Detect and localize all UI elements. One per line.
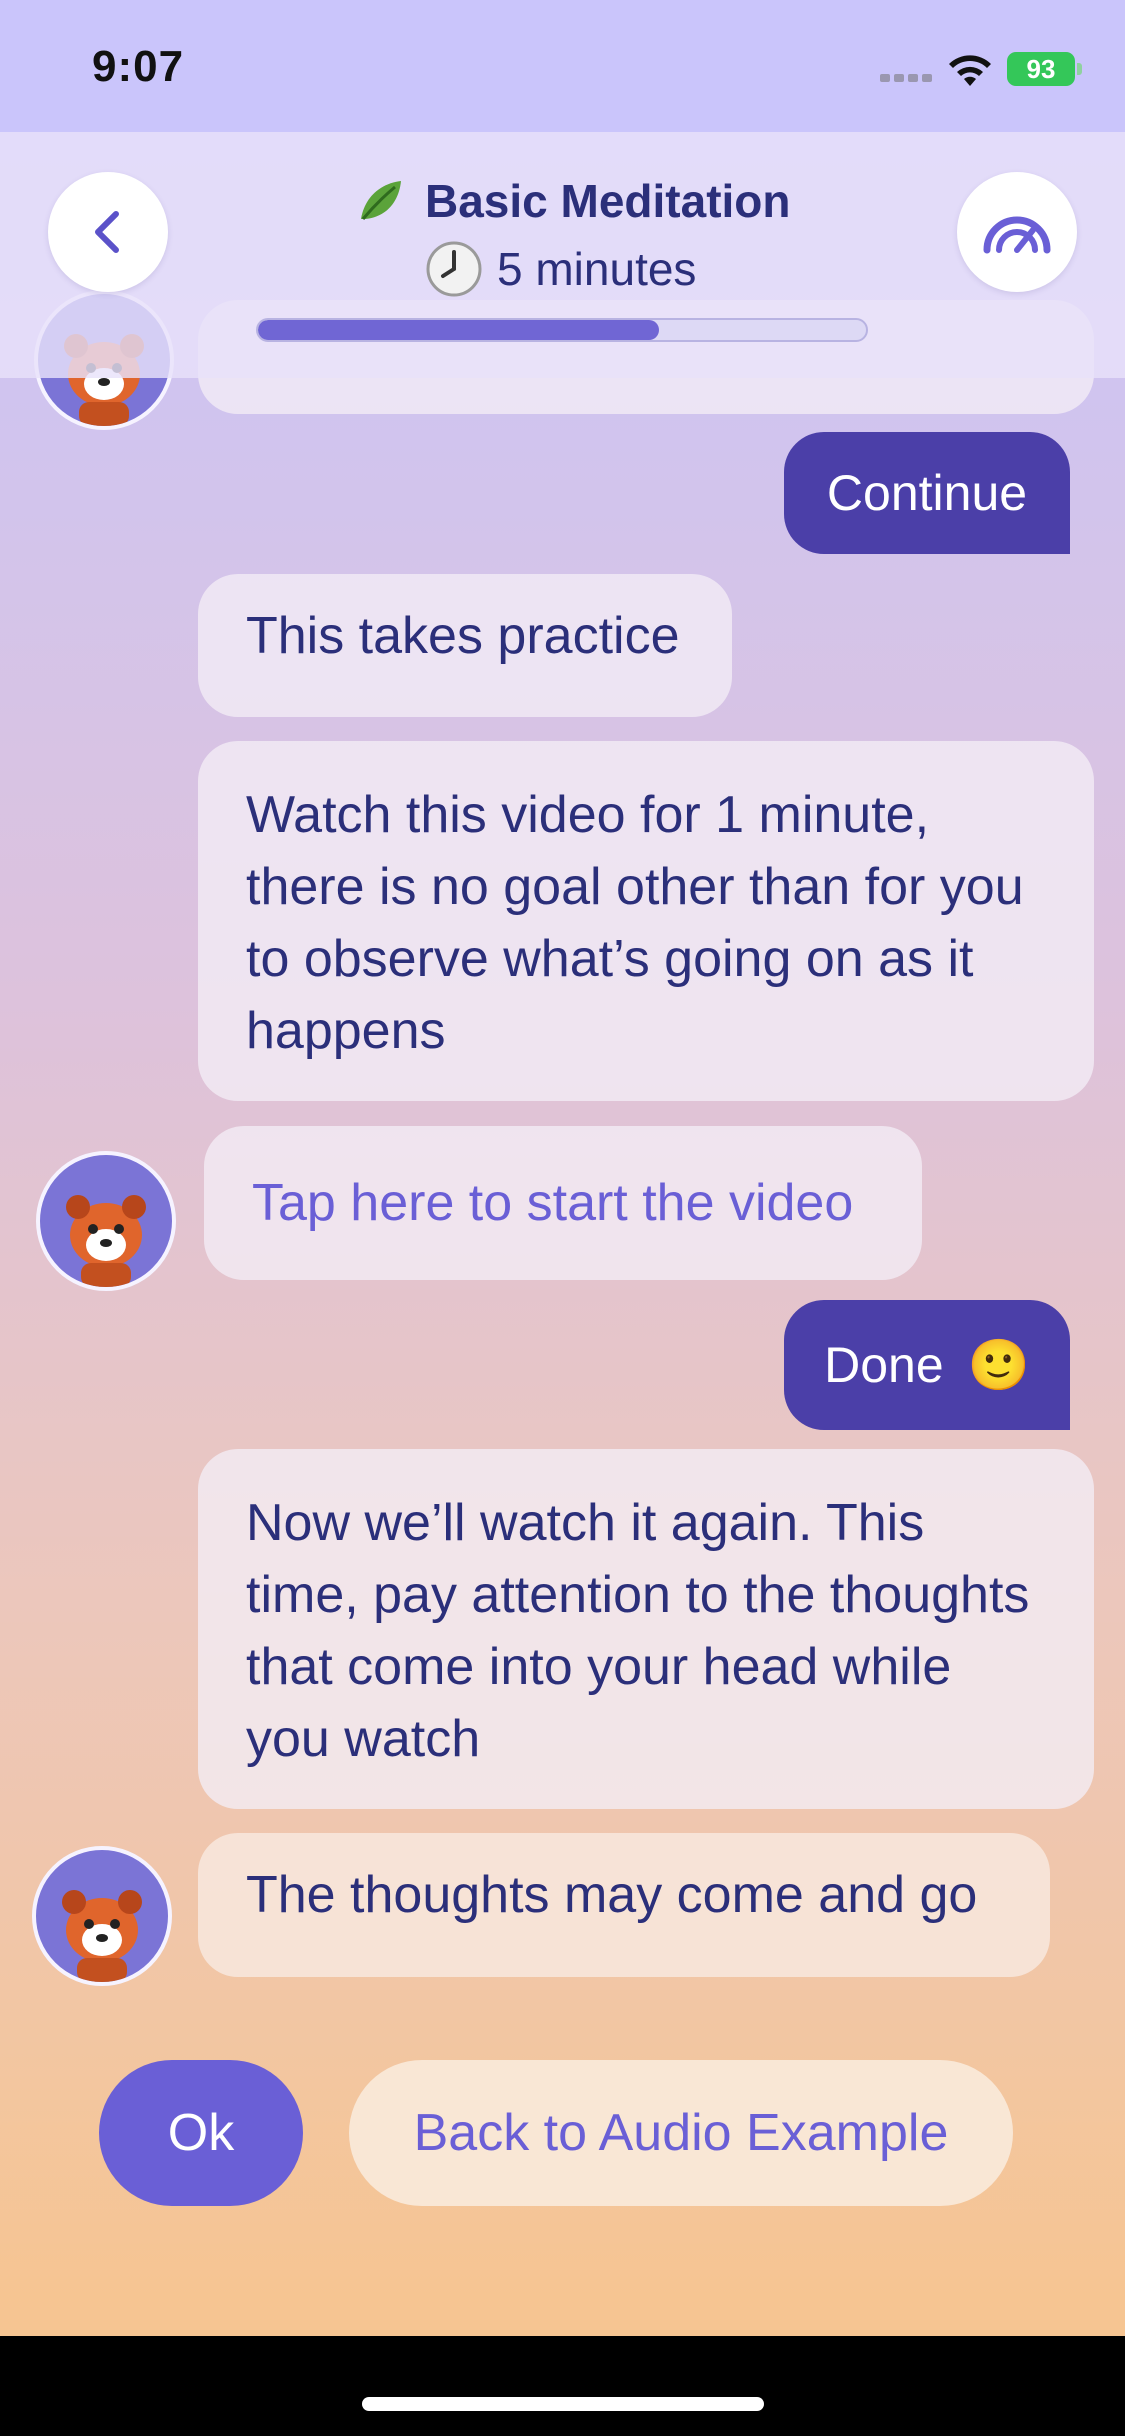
back-to-audio-label: Back to Audio Example (413, 2104, 949, 2162)
message-bubble: Now we’ll watch it again. This time, pay… (198, 1449, 1094, 1809)
chevron-left-icon (95, 211, 119, 253)
message-bubble: This takes practice (198, 574, 732, 717)
user-reply-continue: Continue (784, 432, 1070, 554)
wifi-icon (949, 55, 991, 86)
start-video-text: Tap here to start the video (252, 1174, 854, 1232)
signal-icon (880, 70, 934, 82)
status-time: 9:07 (92, 42, 185, 91)
smile-emoji-icon: 🙂 (967, 1335, 1030, 1394)
message-text: This takes practice (246, 607, 680, 665)
lesson-header: Basic Meditation 5 minutes (0, 132, 1125, 378)
message-text: Watch this video for 1 minute, there is … (246, 786, 1024, 1060)
speed-button[interactable] (957, 172, 1077, 292)
start-video-link[interactable]: Tap here to start the video (204, 1126, 922, 1280)
lesson-progress-fill (258, 320, 660, 340)
message-bubble: Watch this video for 1 minute, there is … (198, 741, 1094, 1101)
gauge-icon (983, 216, 1051, 254)
lesson-duration-row: 5 minutes (425, 240, 696, 298)
user-reply-text: Continue (826, 465, 1028, 521)
mascot-avatar (36, 1151, 176, 1291)
lesson-duration: 5 minutes (497, 243, 697, 295)
message-bubble: The thoughts may come and go (198, 1833, 1050, 1977)
back-to-audio-button[interactable]: Back to Audio Example (349, 2060, 1013, 2206)
ok-button-label: Ok (167, 2104, 235, 2162)
message-text: The thoughts may come and go (246, 1866, 978, 1924)
clock-icon (426, 241, 482, 297)
red-panda-icon (62, 1890, 142, 1982)
home-indicator[interactable] (362, 2397, 764, 2411)
red-panda-icon (66, 1195, 146, 1287)
leaf-icon (361, 181, 401, 220)
lesson-title: Basic Meditation (425, 175, 791, 227)
battery-icon: 93 (1007, 52, 1082, 86)
mascot-avatar (32, 1846, 172, 1986)
back-button[interactable] (48, 172, 168, 292)
home-bar-area (0, 2336, 1125, 2436)
lesson-title-row: Basic Meditation (355, 174, 791, 228)
message-text: Now we’ll watch it again. This time, pay… (246, 1494, 1030, 1768)
user-reply-text: Done (824, 1337, 944, 1393)
ok-button[interactable]: Ok (99, 2060, 303, 2206)
lesson-progress-bar (256, 318, 868, 342)
user-reply-done: Done 🙂 (784, 1300, 1070, 1430)
status-bar: 9:07 93 (0, 0, 1125, 132)
